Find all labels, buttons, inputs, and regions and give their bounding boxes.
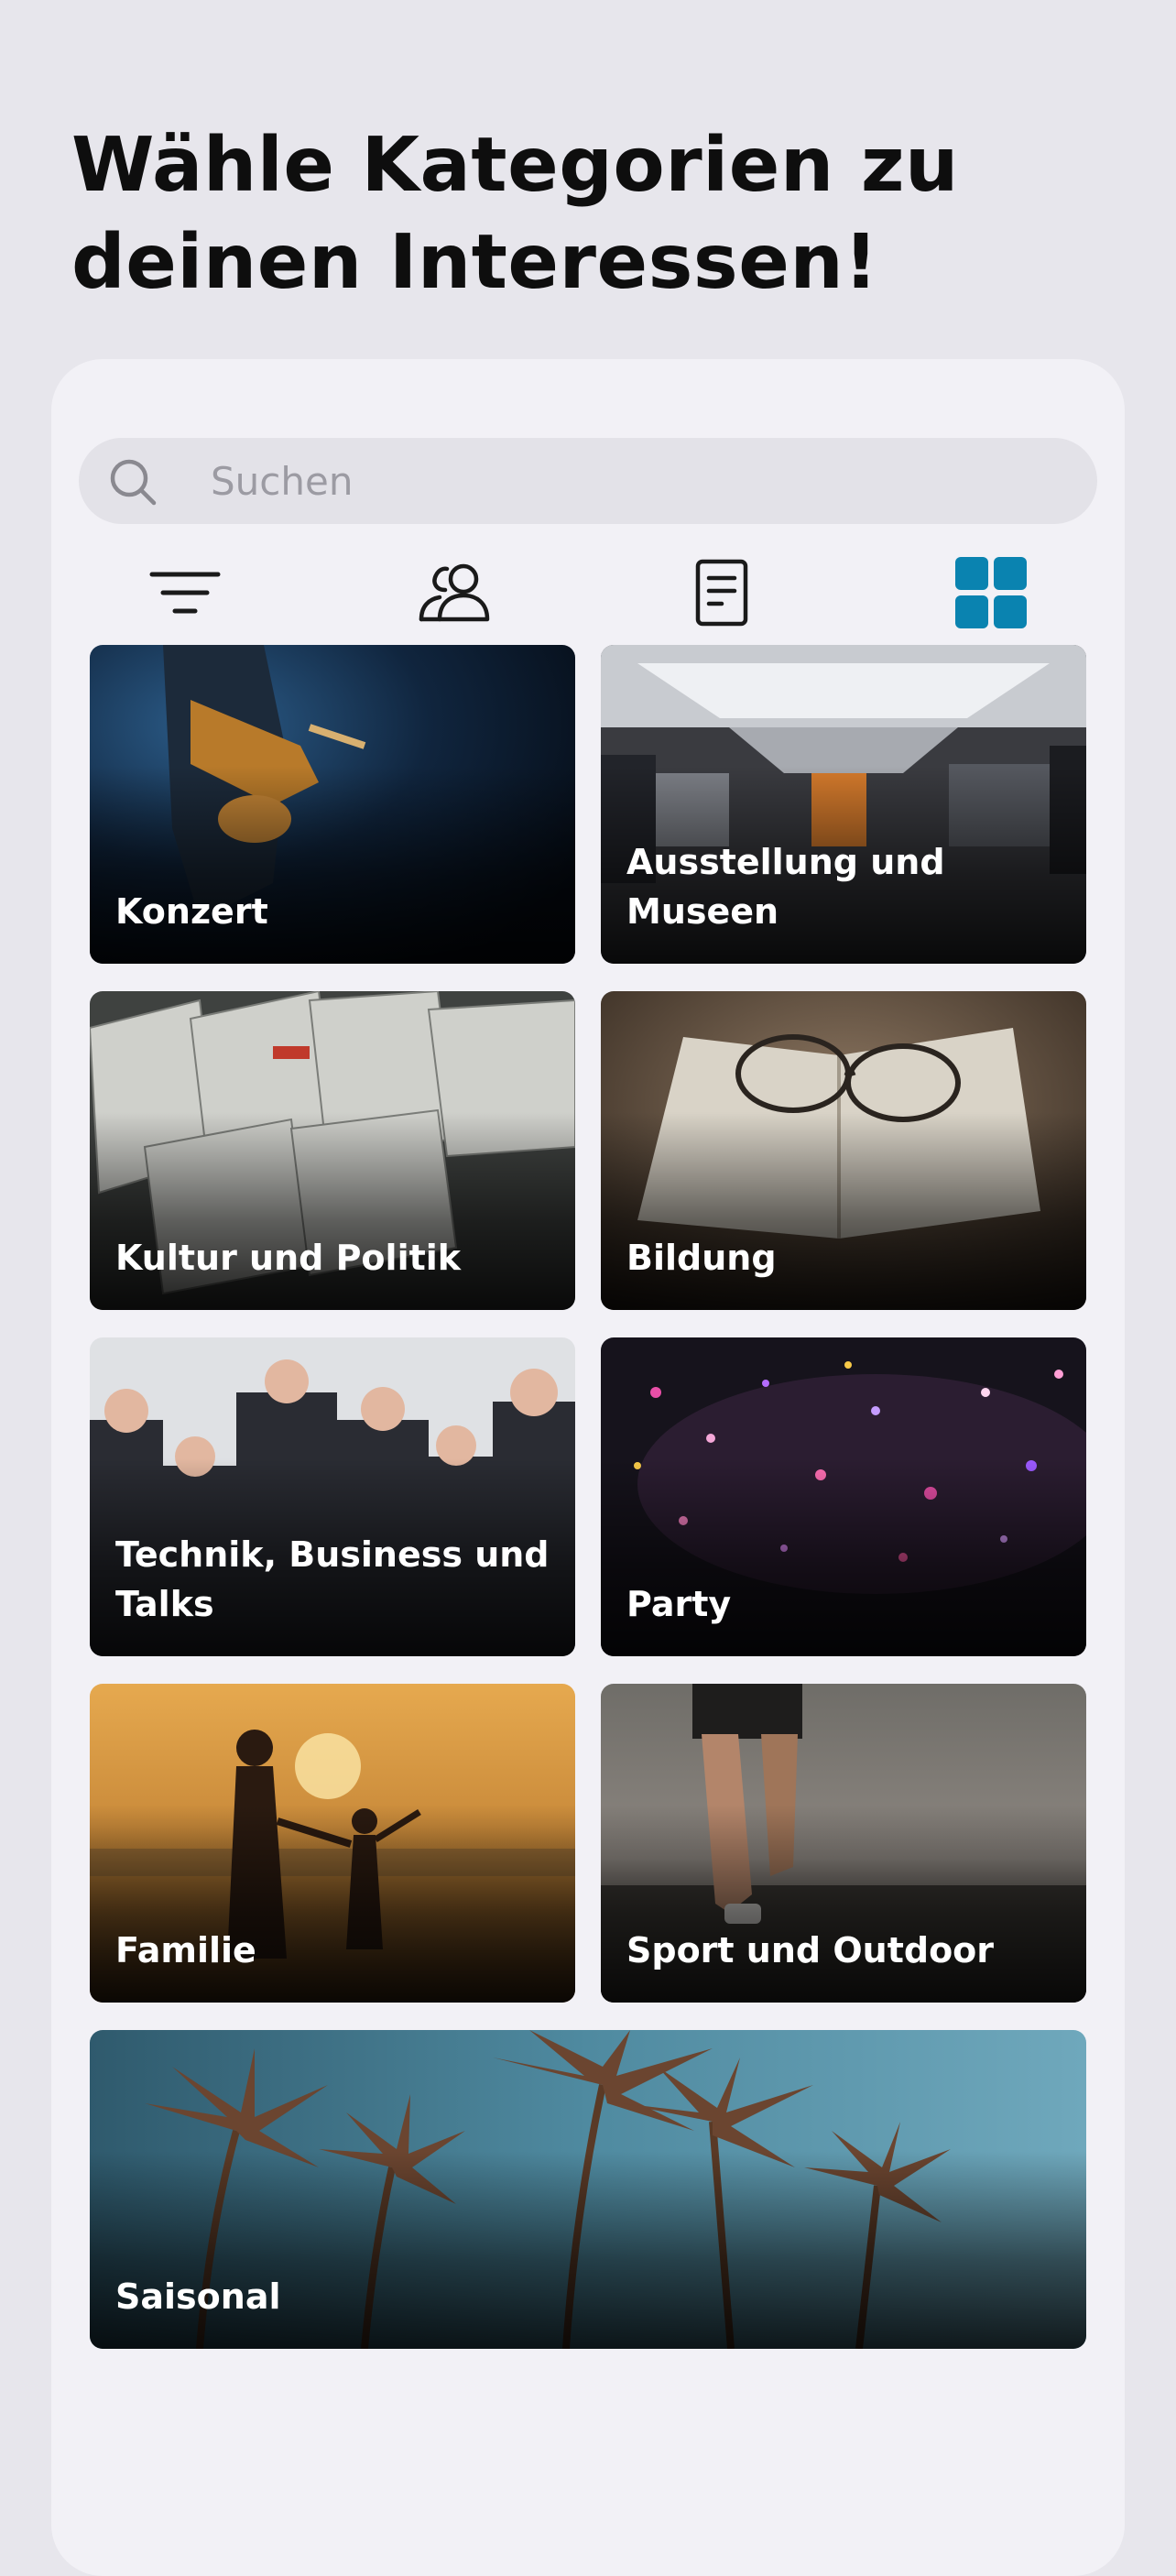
category-label: Familie (115, 1930, 256, 1970)
people-icon (419, 563, 490, 622)
category-tile-sport[interactable]: Sport und Outdoor (601, 1684, 1086, 2003)
category-panel: Konzert Ausstellung und Museen (51, 359, 1125, 2576)
category-label: Saisonal (115, 2276, 281, 2317)
category-label: Bildung (626, 1238, 777, 1278)
tab-people[interactable] (408, 551, 500, 634)
category-tile-kultur[interactable]: Kultur und Politik (90, 991, 575, 1310)
category-label: Sport und Outdoor (626, 1930, 995, 1970)
document-icon (695, 559, 748, 627)
tab-filter[interactable] (139, 551, 231, 634)
search-icon (110, 459, 157, 506)
category-tile-saisonal[interactable]: Saisonal (90, 2030, 1086, 2349)
search-bar[interactable] (79, 438, 1097, 524)
category-label: Technik, Business und Talks (115, 1534, 550, 1624)
filter-icon (149, 572, 221, 614)
category-label: Konzert (115, 891, 268, 932)
category-tile-familie[interactable]: Familie (90, 1684, 575, 2003)
category-tile-technik[interactable]: Technik, Business und Talks (90, 1337, 575, 1656)
tab-categories[interactable] (945, 551, 1037, 634)
page-title: Wähle Kategorien zu deinen Interessen! (71, 122, 959, 306)
search-input[interactable] (211, 438, 1072, 524)
grid-icon (955, 557, 1027, 628)
category-tile-bildung[interactable]: Bildung (601, 991, 1086, 1310)
category-label: Ausstellung und Museen (626, 842, 945, 932)
category-label: Party (626, 1584, 732, 1624)
category-tile-ausstellung[interactable]: Ausstellung und Museen (601, 645, 1086, 964)
category-tile-konzert[interactable]: Konzert (90, 645, 575, 964)
category-tile-party[interactable]: Party (601, 1337, 1086, 1656)
tab-documents[interactable] (676, 551, 768, 634)
category-label: Kultur und Politik (115, 1238, 462, 1278)
